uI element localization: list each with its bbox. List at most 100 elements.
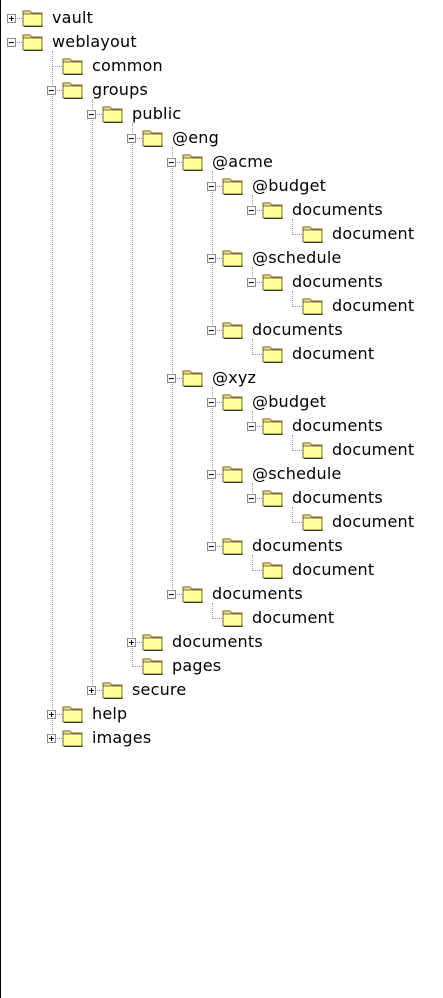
tree-node-vault[interactable]: vault xyxy=(0,7,443,31)
folder-icon[interactable] xyxy=(302,225,324,244)
plus-box-icon[interactable] xyxy=(87,686,96,695)
tree-node-label[interactable]: @xyz xyxy=(212,368,256,388)
tree-node-help[interactable]: help xyxy=(0,703,443,727)
tree-node-budget[interactable]: @budget xyxy=(0,175,443,199)
tree-node-label[interactable]: document xyxy=(332,224,414,244)
folder-icon[interactable] xyxy=(222,249,244,268)
minus-box-icon[interactable] xyxy=(247,422,256,431)
tree-node-label[interactable]: help xyxy=(92,704,127,724)
tree-node-label[interactable]: document xyxy=(332,296,414,316)
folder-icon[interactable] xyxy=(22,33,44,52)
tree-node-label[interactable]: documents xyxy=(252,320,343,340)
minus-box-icon[interactable] xyxy=(167,590,176,599)
tree-node-label[interactable]: documents xyxy=(212,584,303,604)
folder-icon[interactable] xyxy=(262,273,284,292)
tree-node-xyz[interactable]: @xyz xyxy=(0,367,443,391)
folder-icon[interactable] xyxy=(262,561,284,580)
tree-node-label[interactable]: document xyxy=(252,608,334,628)
folder-icon[interactable] xyxy=(102,681,124,700)
tree-node-common[interactable]: common xyxy=(0,55,443,79)
tree-node-acme[interactable]: @acme xyxy=(0,151,443,175)
tree-node-label[interactable]: images xyxy=(92,728,151,748)
tree-node-label[interactable]: vault xyxy=(52,8,93,28)
tree-node-label[interactable]: @budget xyxy=(252,176,326,196)
tree-node-label[interactable]: pages xyxy=(172,656,221,676)
folder-icon[interactable] xyxy=(182,585,204,604)
minus-box-icon[interactable] xyxy=(247,206,256,215)
plus-box-icon[interactable] xyxy=(7,14,16,23)
tree-node-label[interactable]: @budget xyxy=(252,392,326,412)
folder-icon[interactable] xyxy=(62,705,84,724)
minus-box-icon[interactable] xyxy=(87,110,96,119)
minus-box-icon[interactable] xyxy=(247,278,256,287)
folder-icon[interactable] xyxy=(62,729,84,748)
tree-node-documents[interactable]: documents xyxy=(0,487,443,511)
minus-box-icon[interactable] xyxy=(167,158,176,167)
tree-node-document[interactable]: document xyxy=(0,607,443,631)
tree-node-groups[interactable]: groups xyxy=(0,79,443,103)
minus-box-icon[interactable] xyxy=(207,470,216,479)
tree-node-budget[interactable]: @budget xyxy=(0,391,443,415)
tree-node-documents[interactable]: documents xyxy=(0,319,443,343)
tree-node-document[interactable]: document xyxy=(0,439,443,463)
tree-node-label[interactable]: document xyxy=(332,512,414,532)
tree-node-label[interactable]: documents xyxy=(172,632,263,652)
minus-box-icon[interactable] xyxy=(247,494,256,503)
tree-node-label[interactable]: documents xyxy=(292,488,383,508)
tree-node-label[interactable]: @acme xyxy=(212,152,273,172)
tree-node-label[interactable]: documents xyxy=(292,416,383,436)
tree-node-document[interactable]: document xyxy=(0,511,443,535)
tree-node-label[interactable]: secure xyxy=(132,680,186,700)
tree-node-document[interactable]: document xyxy=(0,295,443,319)
tree-node-label[interactable]: @schedule xyxy=(252,248,342,268)
tree-node-label[interactable]: documents xyxy=(292,200,383,220)
folder-icon[interactable] xyxy=(22,9,44,28)
folder-icon[interactable] xyxy=(62,81,84,100)
tree-node-label[interactable]: document xyxy=(292,560,374,580)
tree-node-images[interactable]: images xyxy=(0,727,443,751)
folder-icon[interactable] xyxy=(142,129,164,148)
tree-node-documents[interactable]: documents xyxy=(0,415,443,439)
tree-node-document[interactable]: document xyxy=(0,343,443,367)
folder-icon[interactable] xyxy=(182,153,204,172)
tree-node-schedule[interactable]: @schedule xyxy=(0,463,443,487)
minus-box-icon[interactable] xyxy=(7,38,16,47)
folder-icon[interactable] xyxy=(262,417,284,436)
tree-node-documents[interactable]: documents xyxy=(0,631,443,655)
tree-node-label[interactable]: common xyxy=(92,56,163,76)
minus-box-icon[interactable] xyxy=(127,134,136,143)
folder-icon[interactable] xyxy=(222,321,244,340)
folder-icon[interactable] xyxy=(222,609,244,628)
tree-node-secure[interactable]: secure xyxy=(0,679,443,703)
minus-box-icon[interactable] xyxy=(207,254,216,263)
folder-icon[interactable] xyxy=(302,297,324,316)
tree-node-documents[interactable]: documents xyxy=(0,583,443,607)
tree-node-label[interactable]: groups xyxy=(92,80,148,100)
folder-icon[interactable] xyxy=(262,345,284,364)
folder-icon[interactable] xyxy=(262,489,284,508)
tree-node-public[interactable]: public xyxy=(0,103,443,127)
folder-icon[interactable] xyxy=(222,465,244,484)
tree-node-label[interactable]: @eng xyxy=(172,128,219,148)
folder-icon[interactable] xyxy=(222,393,244,412)
minus-box-icon[interactable] xyxy=(47,86,56,95)
plus-box-icon[interactable] xyxy=(47,734,56,743)
tree-node-label[interactable]: document xyxy=(292,344,374,364)
tree-node-label[interactable]: documents xyxy=(292,272,383,292)
tree-node-label[interactable]: weblayout xyxy=(52,32,137,52)
minus-box-icon[interactable] xyxy=(207,326,216,335)
tree-node-schedule[interactable]: @schedule xyxy=(0,247,443,271)
folder-icon[interactable] xyxy=(302,441,324,460)
tree-node-label[interactable]: @schedule xyxy=(252,464,342,484)
folder-icon[interactable] xyxy=(142,657,164,676)
folder-icon[interactable] xyxy=(182,369,204,388)
tree-node-document[interactable]: document xyxy=(0,559,443,583)
folder-icon[interactable] xyxy=(302,513,324,532)
minus-box-icon[interactable] xyxy=(207,398,216,407)
folder-icon[interactable] xyxy=(142,633,164,652)
folder-icon[interactable] xyxy=(262,201,284,220)
plus-box-icon[interactable] xyxy=(47,710,56,719)
tree-node-label[interactable]: document xyxy=(332,440,414,460)
folder-icon[interactable] xyxy=(222,177,244,196)
tree-node-pages[interactable]: pages xyxy=(0,655,443,679)
